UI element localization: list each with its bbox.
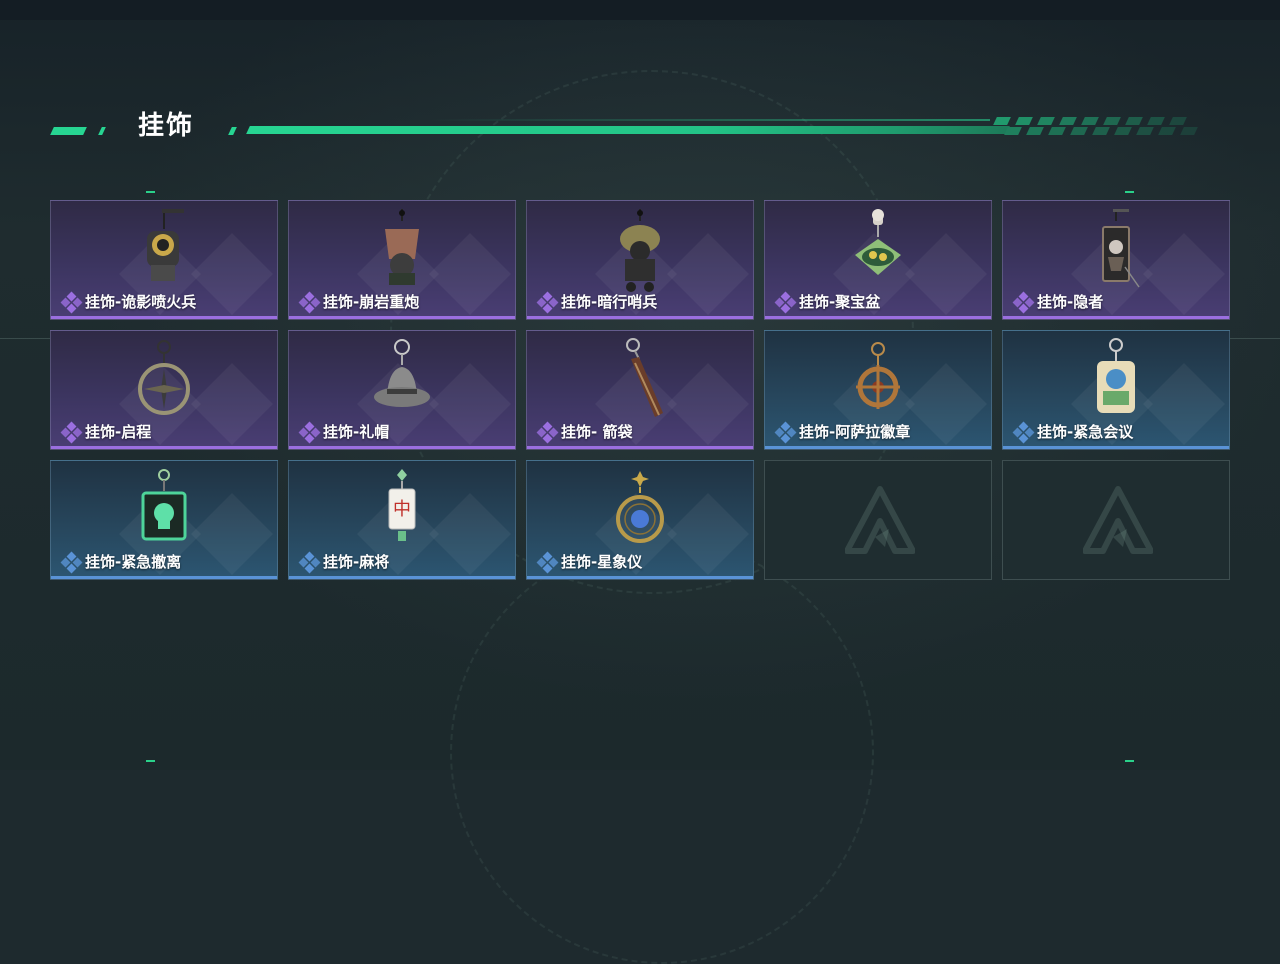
charm-name: 挂饰-礼帽 <box>298 421 390 444</box>
charm-name: 挂饰-星象仪 <box>536 551 643 574</box>
charm-name-text: 挂饰-星象仪 <box>561 553 643 571</box>
charm-name-text: 挂饰-聚宝盆 <box>799 293 881 311</box>
rarity-diamond-icon <box>1012 291 1035 314</box>
charm-name: 挂饰-诡影喷火兵 <box>60 291 197 314</box>
charm-name: 挂饰-崩岩重炮 <box>298 291 420 314</box>
rarity-diamond-icon <box>60 551 83 574</box>
rarity-underline <box>289 316 515 319</box>
rarity-diamond-icon <box>60 421 83 444</box>
top-strip <box>0 0 1280 20</box>
rarity-underline <box>51 446 277 449</box>
rarity-underline <box>289 446 515 449</box>
quiver-charm-icon <box>605 337 675 423</box>
corner-mark <box>146 760 155 762</box>
flamethrower-soldier-charm-icon <box>129 207 199 293</box>
sentinel-charm-icon <box>605 207 675 293</box>
rarity-underline <box>527 446 753 449</box>
charm-card[interactable]: 挂饰-诡影喷火兵 <box>50 200 278 320</box>
meeting-badge-charm-icon <box>1081 337 1151 423</box>
empty-charm-slot[interactable] <box>1002 460 1230 580</box>
header-thin-line <box>430 119 990 121</box>
charm-name-text: 挂饰-暗行哨兵 <box>561 293 658 311</box>
charm-name: 挂饰- 箭袋 <box>536 421 633 444</box>
charm-card[interactable]: 挂饰- 箭袋 <box>526 330 754 450</box>
charm-name-text: 挂饰-隐者 <box>1037 293 1104 311</box>
charm-name-text: 挂饰-紧急撤离 <box>85 553 182 571</box>
charm-name-text: 挂饰- 箭袋 <box>561 423 633 441</box>
svg-text:中: 中 <box>393 499 411 520</box>
charm-card[interactable]: 挂饰-星象仪 <box>526 460 754 580</box>
rarity-diamond-icon <box>774 421 797 444</box>
rarity-underline <box>51 576 277 579</box>
rarity-diamond-icon <box>60 291 83 314</box>
charm-name-text: 挂饰-崩岩重炮 <box>323 293 420 311</box>
charm-name-text: 挂饰-麻将 <box>323 553 390 571</box>
treasure-bowl-charm-icon <box>843 207 913 293</box>
charm-card[interactable]: 挂饰-暗行哨兵 <box>526 200 754 320</box>
evacuation-skull-charm-icon <box>129 467 199 553</box>
charm-card[interactable]: 挂饰-紧急会议 <box>1002 330 1230 450</box>
charm-name: 挂饰-阿萨拉徽章 <box>774 421 911 444</box>
charm-name: 挂饰-紧急会议 <box>1012 421 1134 444</box>
charm-name: 挂饰-暗行哨兵 <box>536 291 658 314</box>
mahjong-tile-charm-icon: 中 <box>367 467 437 553</box>
empty-slot-logo-icon <box>844 485 916 559</box>
charm-name-text: 挂饰-启程 <box>85 423 152 441</box>
fedora-hat-charm-icon <box>367 337 437 423</box>
hermit-card-charm-icon <box>1081 207 1151 293</box>
rarity-underline <box>1003 316 1229 319</box>
charm-card[interactable]: 挂饰-聚宝盆 <box>764 200 992 320</box>
side-divider-right <box>1230 338 1280 339</box>
charm-card[interactable]: 挂饰-崩岩重炮 <box>288 200 516 320</box>
charm-name-text: 挂饰-诡影喷火兵 <box>85 293 197 311</box>
astrolabe-charm-icon <box>605 467 675 553</box>
rarity-underline <box>527 316 753 319</box>
rarity-underline <box>289 576 515 579</box>
charm-name: 挂饰-聚宝盆 <box>774 291 881 314</box>
side-divider-left <box>0 338 50 339</box>
rarity-underline <box>765 446 991 449</box>
rarity-diamond-icon <box>536 421 559 444</box>
empty-charm-slot[interactable] <box>764 460 992 580</box>
corner-mark <box>1125 760 1134 762</box>
rarity-diamond-icon <box>1012 421 1035 444</box>
empty-slot-logo-icon <box>1082 485 1154 559</box>
charm-name-text: 挂饰-礼帽 <box>323 423 390 441</box>
rarity-underline <box>1003 446 1229 449</box>
corner-mark <box>1125 191 1134 193</box>
rarity-diamond-icon <box>298 291 321 314</box>
charm-name-text: 挂饰-紧急会议 <box>1037 423 1134 441</box>
heavy-gunner-charm-icon <box>367 207 437 293</box>
rarity-diamond-icon <box>536 291 559 314</box>
charm-name: 挂饰-麻将 <box>298 551 390 574</box>
header-main-bar <box>246 126 1010 134</box>
ship-wheel-badge-charm-icon <box>843 337 913 423</box>
rarity-diamond-icon <box>298 421 321 444</box>
rarity-underline <box>527 576 753 579</box>
header-accent-bar <box>50 127 87 135</box>
charm-card[interactable]: 挂饰-紧急撤离 <box>50 460 278 580</box>
rarity-diamond-icon <box>774 291 797 314</box>
section-title: 挂饰 <box>138 111 195 141</box>
charm-card[interactable]: 中挂饰-麻将 <box>288 460 516 580</box>
rarity-diamond-icon <box>298 551 321 574</box>
charm-name: 挂饰-紧急撤离 <box>60 551 182 574</box>
charm-card[interactable]: 挂饰-阿萨拉徽章 <box>764 330 992 450</box>
charm-card[interactable]: 挂饰-启程 <box>50 330 278 450</box>
rarity-underline <box>765 316 991 319</box>
charm-card[interactable]: 挂饰-礼帽 <box>288 330 516 450</box>
charm-card[interactable]: 挂饰-隐者 <box>1002 200 1230 320</box>
background-arc <box>450 540 874 964</box>
rarity-diamond-icon <box>536 551 559 574</box>
compass-ring-charm-icon <box>129 337 199 423</box>
charm-name: 挂饰-隐者 <box>1012 291 1104 314</box>
rarity-underline <box>51 316 277 319</box>
charm-name-text: 挂饰-阿萨拉徽章 <box>799 423 911 441</box>
charm-name: 挂饰-启程 <box>60 421 152 444</box>
corner-mark <box>146 191 155 193</box>
